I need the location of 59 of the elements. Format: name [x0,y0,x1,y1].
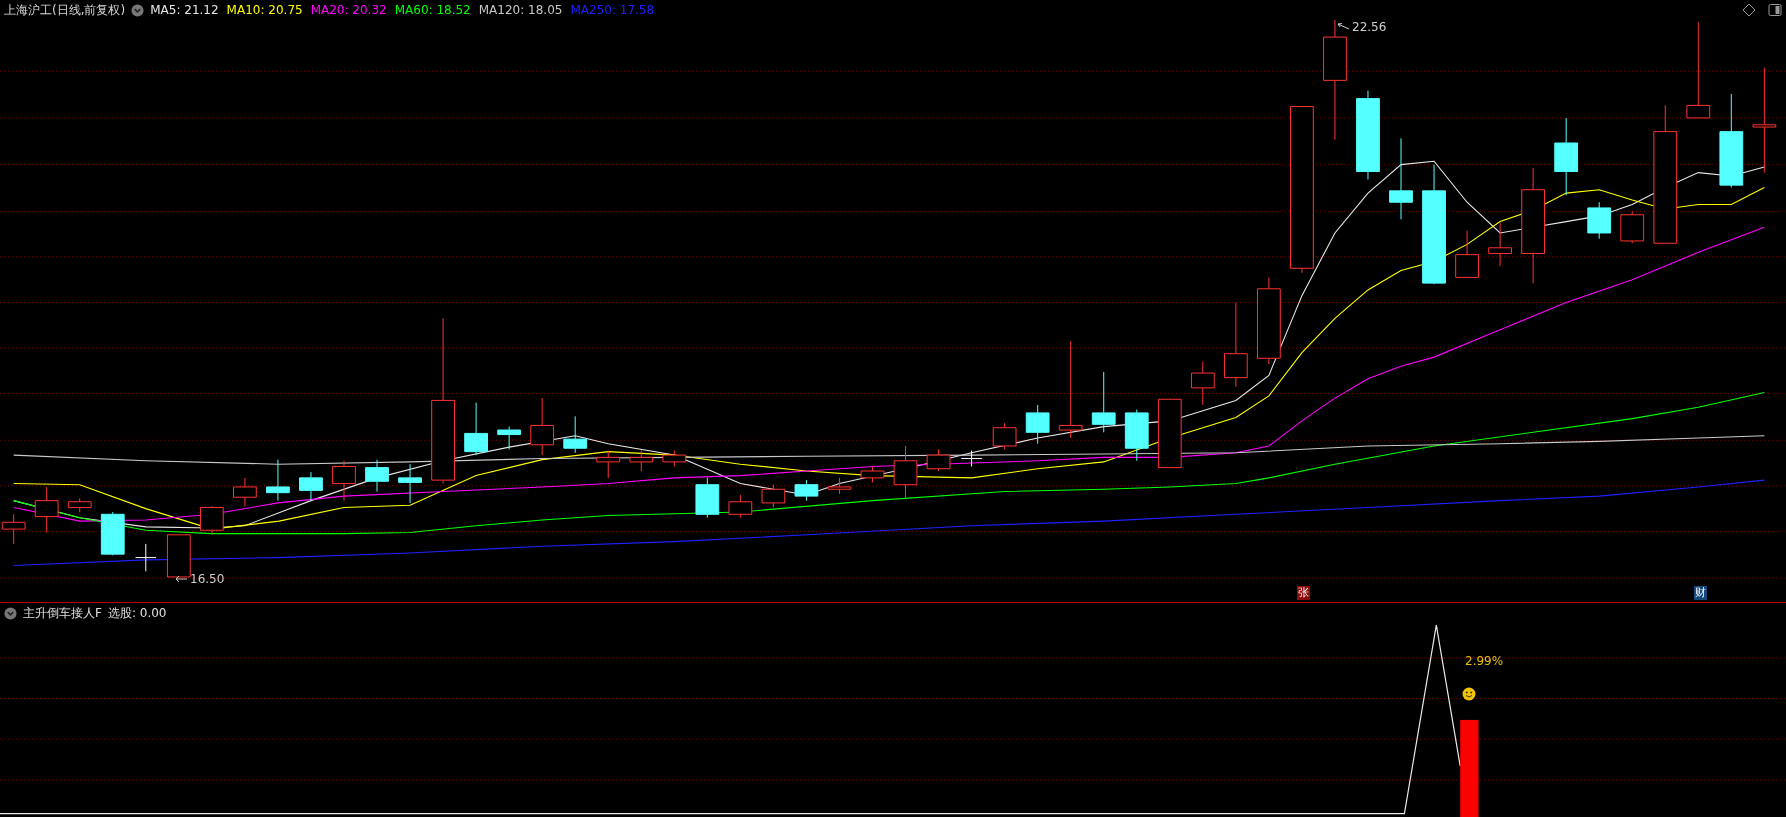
high-price-label: 22.56 [1352,20,1387,34]
moving-average-value: MA10: 20.75 [226,3,303,17]
candlestick [166,534,191,578]
candlestick [992,422,1017,450]
candlestick [1488,222,1512,267]
candlestick [464,402,488,456]
candlestick [662,450,687,467]
candlestick [695,477,720,519]
candlestick [135,543,157,572]
chart-title: 上海沪工(日线,前复权) [4,1,126,19]
candlestick [827,477,852,495]
low-price-label: 16.50 [190,572,225,586]
indicator-value: 选股: 0.00 [107,605,167,622]
candlestick [761,484,786,508]
candlestick [596,450,621,479]
candlestick [100,511,125,556]
candlestick [1157,398,1182,469]
candlestick [365,459,389,492]
candlestick [233,477,257,507]
candlestick [629,450,654,472]
moving-average-value: MA250: 17.58 [570,3,655,17]
candlestick [497,426,522,450]
candlestick [1620,210,1645,244]
candlestick [67,497,92,513]
candlestick [1091,371,1116,433]
panel-toggle-icon[interactable] [1768,3,1782,17]
moving-average-value: MA5: 21.12 [150,3,219,17]
moving-average-value: MA20: 20.32 [310,3,387,17]
candlestick [1025,404,1050,445]
candlestick [893,445,918,499]
arrow-icon [174,574,188,584]
dropdown-icon[interactable] [4,607,17,620]
candlestick [1124,409,1149,462]
candlestick [563,415,588,454]
candlestick [960,450,983,467]
candlestick [34,486,59,533]
candlestick [530,397,555,456]
candlestick [860,465,885,483]
candlestick [794,479,819,502]
candlestick [1587,201,1612,240]
candlestick [1190,361,1215,406]
candlestick [299,471,323,502]
dropdown-icon[interactable] [131,3,145,17]
candlestick [266,459,290,502]
moving-average-value: MA120: 18.05 [478,3,563,17]
candlestick [199,505,224,536]
event-badge[interactable]: 张 [1297,586,1310,600]
diamond-icon[interactable] [1742,3,1756,17]
candlestick [926,448,951,472]
candlestick [332,460,356,502]
arrow-icon [1336,22,1350,32]
candlestick [728,494,753,519]
event-badge[interactable]: 财 [1694,586,1707,600]
smiley-icon [1462,687,1476,701]
indicator-name: 主升倒车接人F [23,605,102,622]
signal-percent-label: 2.99% [1465,654,1504,668]
moving-average-value: MA60: 18.52 [394,3,471,17]
candlestick [398,463,422,504]
candlestick [1455,230,1479,278]
